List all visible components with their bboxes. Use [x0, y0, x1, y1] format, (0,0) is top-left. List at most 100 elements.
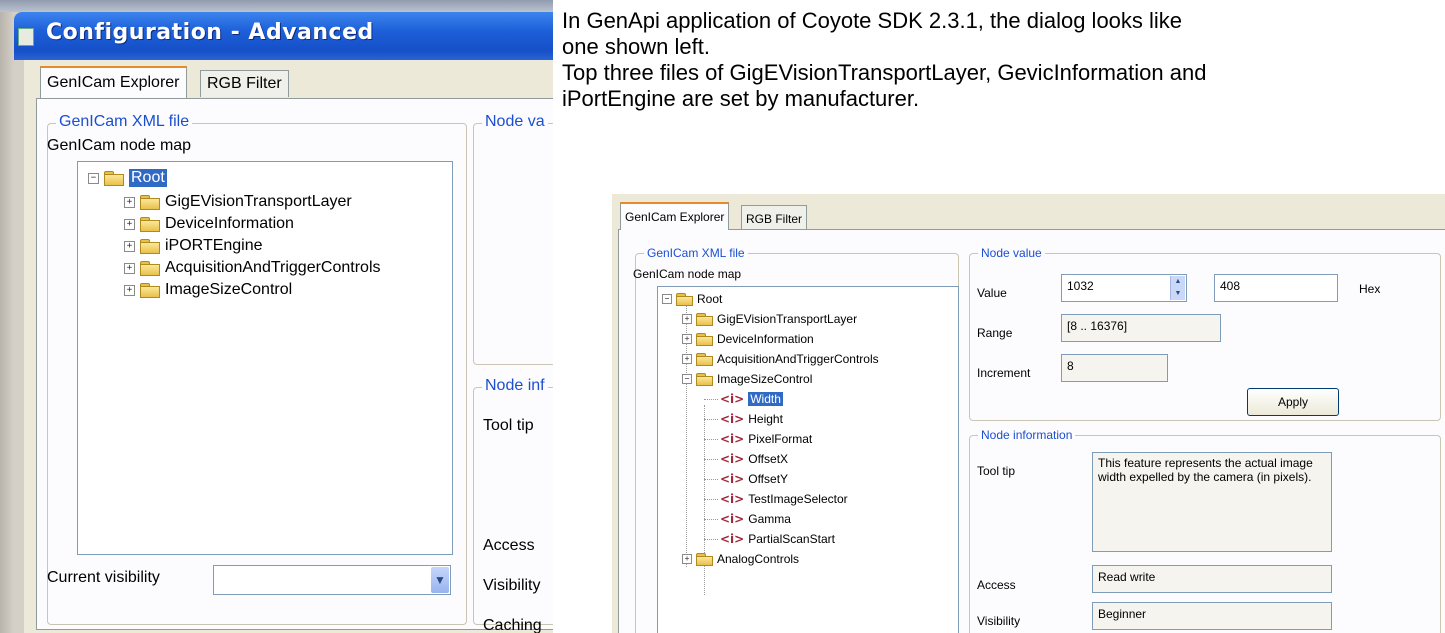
tree-node-acquisition[interactable]: + AcquisitionAndTriggerControls: [682, 349, 879, 369]
tree-node-imagesize[interactable]: + ImageSizeControl: [124, 280, 292, 300]
tree-leaf-label: Height: [748, 412, 783, 426]
node-information-group-label: Node inf: [482, 377, 548, 395]
tree-leaf-label: Width: [748, 392, 783, 406]
expand-icon[interactable]: +: [682, 354, 692, 364]
value-input[interactable]: 1032 ▲ ▼: [1061, 274, 1187, 302]
access-field: Read write: [1092, 565, 1332, 593]
access-label: Access: [977, 578, 1016, 592]
visibility-field: Beginner: [1092, 602, 1332, 630]
expand-icon[interactable]: +: [124, 262, 135, 274]
increment-field: 8: [1061, 354, 1168, 382]
genicam-xml-group-label: GenICam XML file: [644, 246, 748, 260]
integer-node-icon: <i>: [720, 452, 745, 466]
apply-button[interactable]: Apply: [1247, 388, 1339, 416]
folder-icon: [140, 283, 160, 298]
tree-leaf-height[interactable]: <i> Height: [704, 409, 783, 429]
expand-icon[interactable]: +: [124, 218, 135, 230]
folder-open-icon: [676, 293, 693, 306]
hex-value-input[interactable]: 408: [1214, 274, 1338, 302]
float-node-icon: <i>: [720, 512, 745, 526]
tree-node-label: GigEVisionTransportLayer: [717, 312, 858, 326]
annotation-line: one shown left.: [562, 34, 710, 59]
range-field: [8 .. 16376]: [1061, 314, 1221, 342]
tree-node-deviceinformation[interactable]: + DeviceInformation: [682, 329, 814, 349]
node-map-tree[interactable]: − Root + GigEVisionTransportLayer + Devi…: [77, 161, 453, 555]
integer-node-icon: <i>: [720, 392, 745, 406]
integer-node-icon: <i>: [720, 472, 745, 486]
tree-node-iportengine[interactable]: + iPORTEngine: [124, 236, 263, 256]
expand-icon[interactable]: +: [124, 284, 135, 296]
access-text: Read write: [1098, 570, 1156, 584]
caching-label: Caching: [483, 617, 542, 633]
tab-rgb-filter[interactable]: RGB Filter: [741, 205, 808, 231]
tree-node-root[interactable]: − Root: [88, 168, 167, 188]
dialog-title-bar[interactable]: Configuration - Advanced: [14, 12, 553, 60]
folder-icon: [140, 195, 160, 210]
tree-node-label: AcquisitionAndTriggerControls: [165, 259, 381, 276]
tree-leaf-testimageselector[interactable]: <i> TestImageSelector: [704, 489, 848, 509]
folder-icon: [696, 553, 713, 566]
tree-node-gigevision[interactable]: + GigEVisionTransportLayer: [682, 309, 857, 329]
visibility-label: Visibility: [483, 577, 541, 594]
integer-node-icon: <i>: [720, 412, 745, 426]
tree-node-root[interactable]: − Root: [662, 289, 722, 309]
node-map-tree[interactable]: − Root + GigEVisionTransportLayer + Devi…: [657, 286, 959, 633]
tree-leaf-width[interactable]: <i> Width: [704, 389, 783, 409]
tab-rgb-filter[interactable]: RGB Filter: [200, 70, 289, 97]
tree-leaf-label: OffsetY: [748, 472, 789, 486]
annotation-text: In GenApi application of Coyote SDK 2.3.…: [562, 8, 1442, 112]
tree-node-acquisition[interactable]: + AcquisitionAndTriggerControls: [124, 258, 381, 278]
window-edge: [0, 0, 14, 633]
range-label: Range: [977, 326, 1013, 340]
hex-label: Hex: [1359, 282, 1381, 296]
node-value-group-label: Node va: [482, 113, 548, 131]
spin-updown-icon[interactable]: ▲ ▼: [1170, 276, 1185, 300]
chevron-down-icon[interactable]: ▼: [431, 567, 449, 593]
tree-leaf-offsetx[interactable]: <i> OffsetX: [704, 449, 788, 469]
tab-genicam-explorer[interactable]: GenICam Explorer: [40, 66, 187, 98]
tree-node-label: ImageSizeControl: [165, 281, 293, 298]
node-map-label: GenICam node map: [47, 137, 192, 154]
tab-genicam-explorer[interactable]: GenICam Explorer: [620, 202, 730, 230]
tree-node-analogcontrols[interactable]: + AnalogControls: [682, 549, 799, 569]
tree-leaf-offsety[interactable]: <i> OffsetY: [704, 469, 788, 489]
tree-leaf-gamma[interactable]: <i> Gamma: [704, 509, 791, 529]
node-information-group-label: Node information: [978, 428, 1076, 442]
tree-leaf-label: PixelFormat: [748, 432, 813, 446]
tree-node-deviceinformation[interactable]: + DeviceInformation: [124, 214, 294, 234]
dialog-title: Configuration - Advanced: [46, 20, 374, 45]
visibility-label: Visibility: [977, 614, 1021, 628]
tab-panel: GenICam XML file GenICam node map − Root…: [618, 229, 1445, 633]
expand-icon[interactable]: +: [124, 240, 135, 252]
enum-node-icon: <i>: [720, 492, 745, 506]
tree-leaf-partialscanstart[interactable]: <i> PartialScanStart: [704, 529, 835, 549]
expand-icon[interactable]: +: [682, 554, 692, 564]
collapse-icon[interactable]: −: [88, 172, 99, 184]
tree-leaf-label: Gamma: [748, 512, 791, 526]
value-label: Value: [977, 286, 1007, 300]
current-visibility-select[interactable]: ▼: [213, 565, 451, 595]
folder-open-icon: [696, 373, 713, 386]
tree-node-gigevision[interactable]: + GigEVisionTransportLayer: [124, 192, 352, 212]
folder-icon: [140, 217, 160, 232]
expand-icon[interactable]: +: [682, 334, 692, 344]
folder-icon: [140, 239, 160, 254]
tree-node-label: Root: [697, 292, 723, 306]
node-value-group: Node va: [473, 113, 553, 365]
node-value-group-label: Node value: [978, 246, 1045, 260]
tab-panel: GenICam XML file GenICam node map − Root…: [36, 98, 553, 633]
increment-label: Increment: [977, 366, 1031, 380]
expand-icon[interactable]: +: [124, 196, 135, 208]
tool-tip-text: This feature represents the actual image…: [1098, 456, 1313, 484]
tool-tip-label: Tool tip: [483, 417, 534, 434]
access-label: Access: [483, 537, 535, 554]
tree-leaf-pixelformat[interactable]: <i> PixelFormat: [704, 429, 812, 449]
embedded-screenshot: GenICam Explorer RGB Filter GenICam XML …: [612, 194, 1445, 633]
tree-node-imagesize[interactable]: − ImageSizeControl: [682, 369, 812, 389]
collapse-icon[interactable]: −: [662, 294, 672, 304]
annotation-line: iPortEngine are set by manufacturer.: [562, 86, 920, 111]
annotation-line: In GenApi application of Coyote SDK 2.3.…: [562, 8, 1183, 33]
folder-icon: [696, 353, 713, 366]
collapse-icon[interactable]: −: [682, 374, 692, 384]
expand-icon[interactable]: +: [682, 314, 692, 324]
